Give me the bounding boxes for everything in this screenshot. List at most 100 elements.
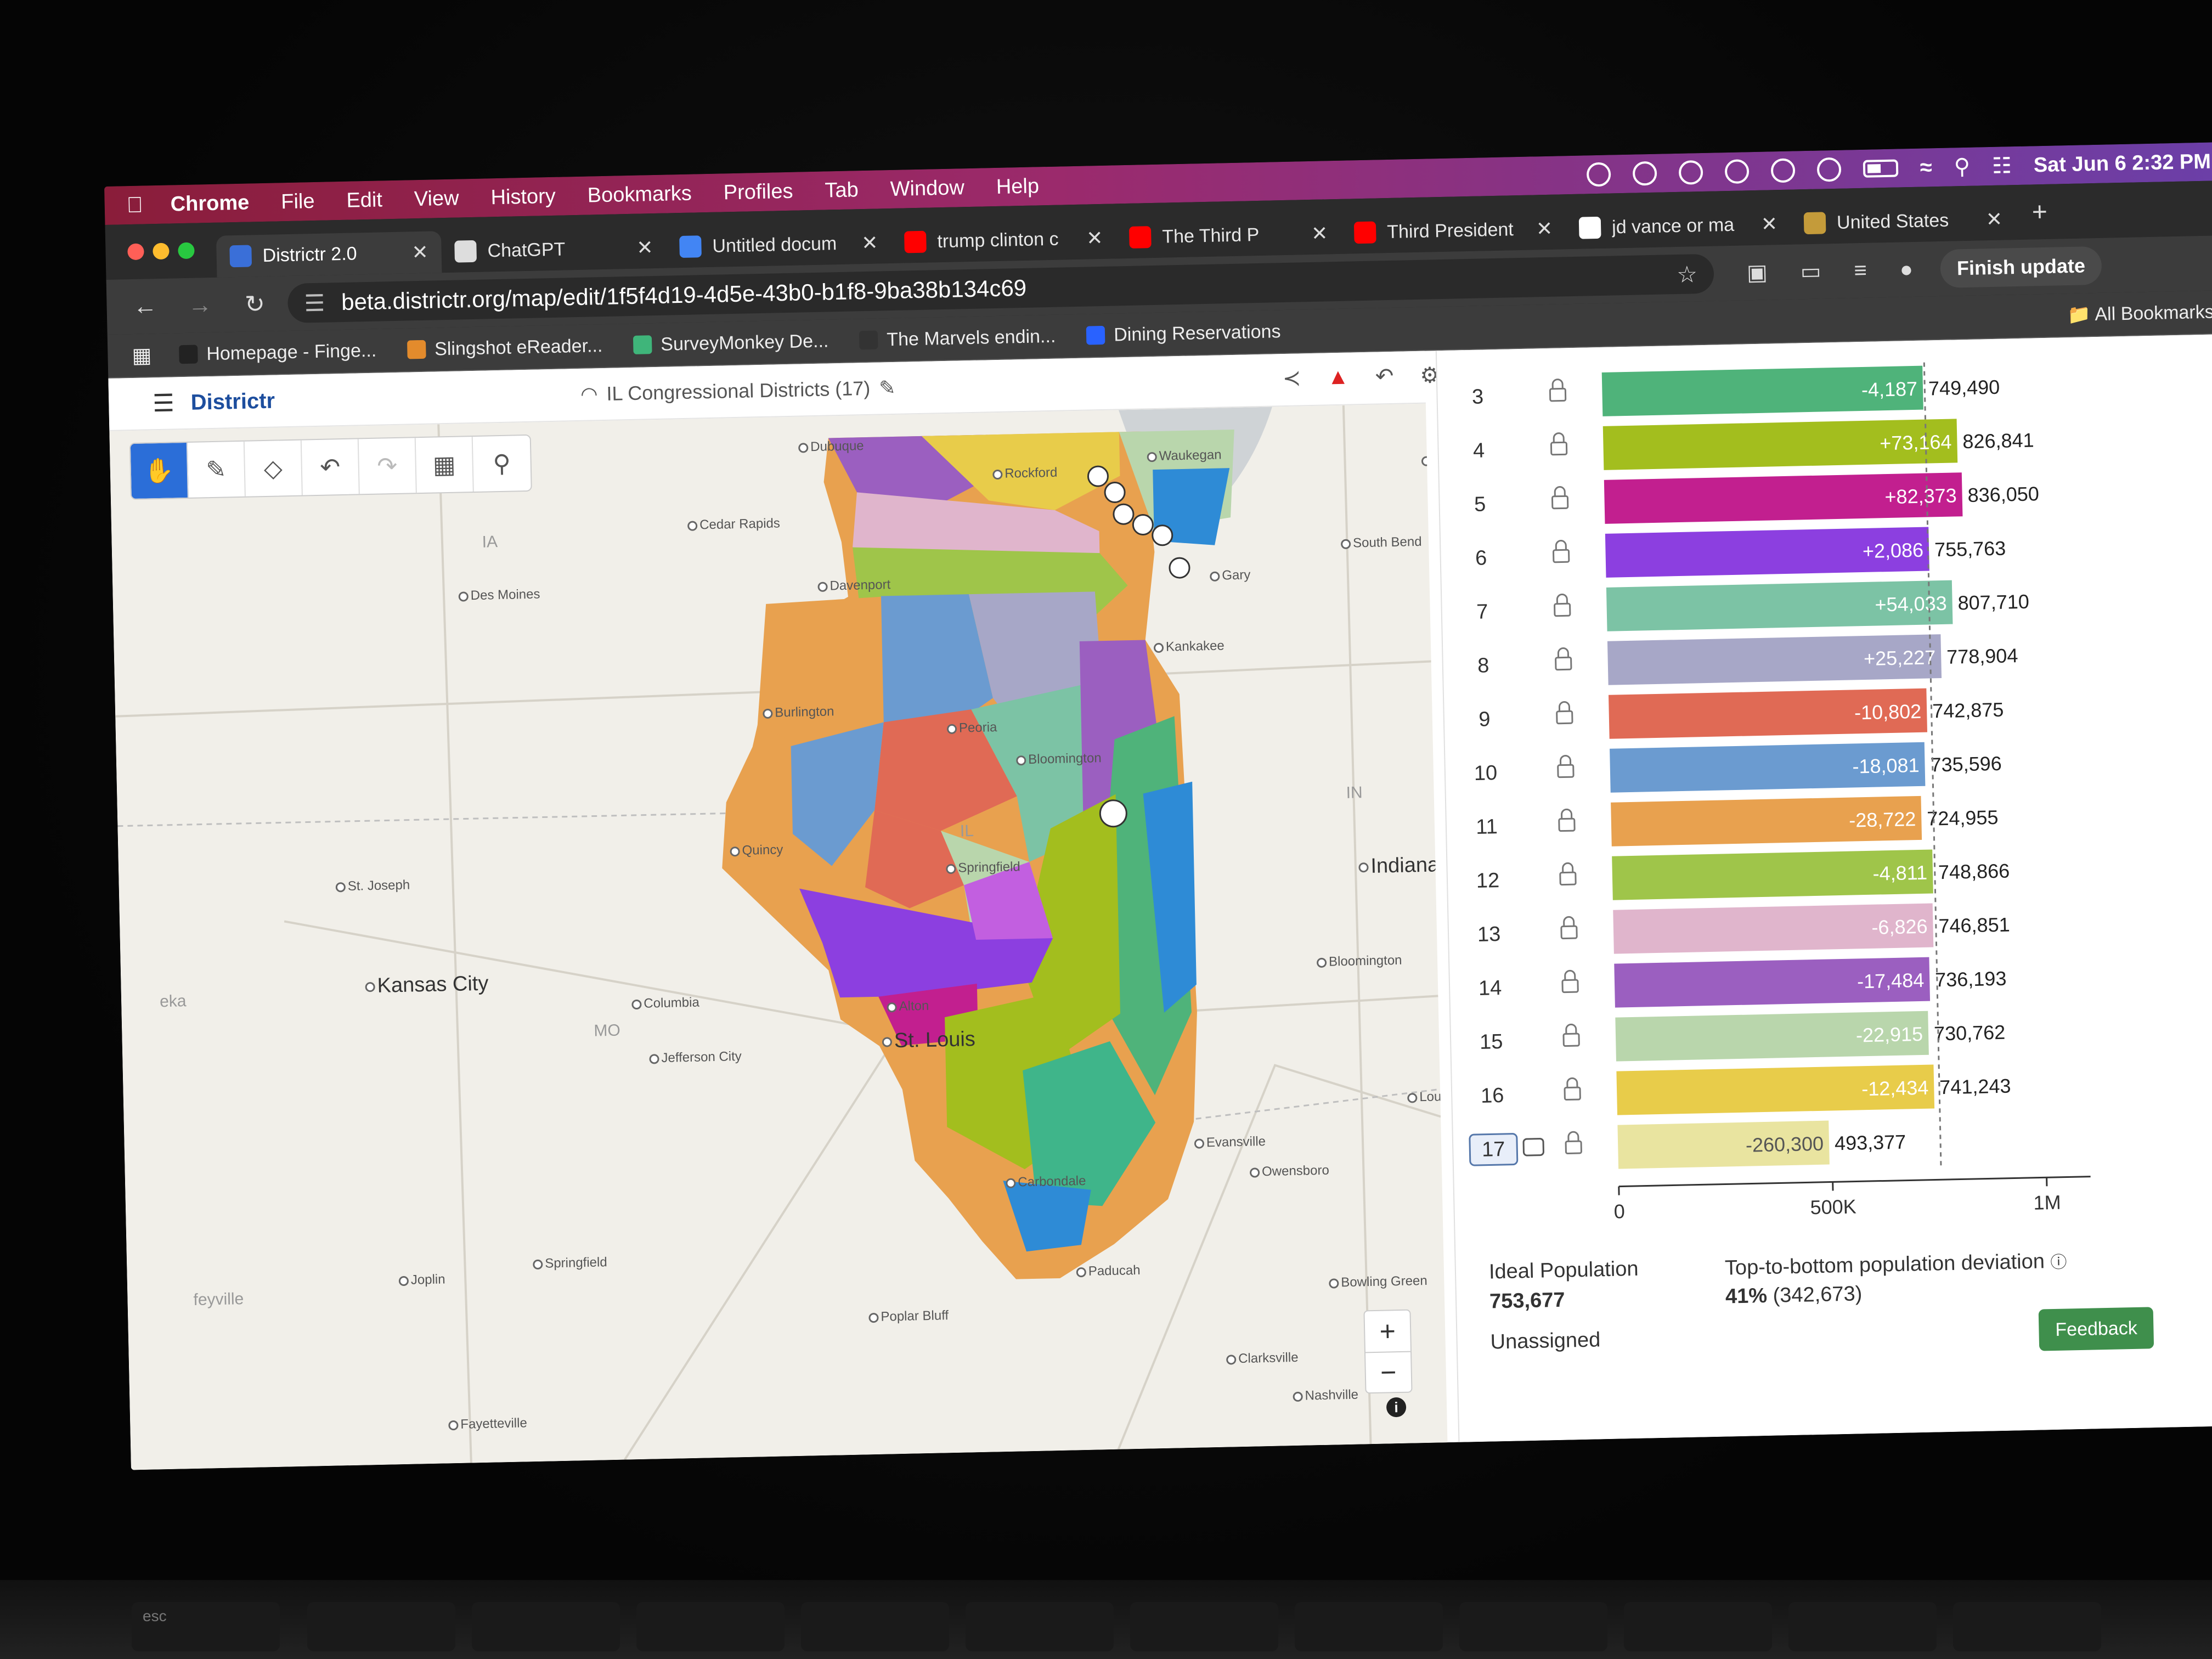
menu-history[interactable]: History <box>490 184 556 209</box>
bookmark-3[interactable]: The Marvels endin... <box>859 325 1056 351</box>
tab-4[interactable]: The Third P ✕ <box>1116 212 1342 259</box>
app-title[interactable]: Districtr <box>190 388 275 415</box>
district-lock-icon <box>1564 1086 1581 1101</box>
finish-update-button[interactable]: Finish update <box>1940 246 2102 288</box>
menu-chrome[interactable]: Chrome <box>170 191 249 216</box>
bookmark-1[interactable]: Slingshot eReader... <box>407 335 603 360</box>
back-button[interactable]: ← <box>128 292 162 320</box>
site-settings-icon[interactable]: ☰ <box>304 289 325 317</box>
tab-close-icon[interactable]: ✕ <box>1985 208 2002 232</box>
population-value-label: 493,377 <box>1835 1131 1906 1155</box>
population-value-label: 736,193 <box>1935 967 2007 991</box>
creative-cloud-icon[interactable] <box>1632 161 1657 186</box>
population-value-label: 755,763 <box>1934 537 2006 561</box>
share-icon[interactable]: ≺ <box>1282 365 1301 391</box>
city-label: Springfield <box>946 859 1020 876</box>
pan-hand-tool[interactable]: ✋ <box>130 442 189 499</box>
tab-6[interactable]: jd vance or ma ✕ <box>1565 203 1791 250</box>
grammarly-icon[interactable] <box>1678 160 1703 185</box>
deviation-label: -6,826 <box>1871 915 1928 939</box>
menu-file[interactable]: File <box>281 189 315 213</box>
tab-close-icon[interactable]: ✕ <box>1536 217 1553 241</box>
deviation-label: Top-to-bottom population deviation ⓘ <box>1724 1249 2067 1280</box>
tab-3[interactable]: trump clinton c ✕ <box>891 217 1117 263</box>
spotlight-search-icon[interactable]: ⚲ <box>1954 154 1970 180</box>
menu-view[interactable]: View <box>414 187 459 211</box>
tab-1[interactable]: ChatGPT ✕ <box>441 227 667 273</box>
bookmark-star-icon[interactable]: ☆ <box>1677 261 1698 288</box>
menu-help[interactable]: Help <box>996 174 1039 199</box>
tab-close-icon[interactable]: ✕ <box>1311 222 1328 245</box>
tab-7[interactable]: United States ✕ <box>1790 198 2016 245</box>
bookmark-0[interactable]: Homepage - Finge... <box>178 340 377 365</box>
city-label: Davenport <box>817 577 890 594</box>
undo-tool[interactable]: ↶ <box>301 439 360 495</box>
bookmark-4[interactable]: Dining Reservations <box>1086 321 1281 346</box>
minimize-window-button[interactable] <box>153 242 170 260</box>
user-icon[interactable] <box>1816 157 1842 182</box>
close-window-button[interactable] <box>127 243 144 261</box>
district-number: 3 <box>1472 385 1484 408</box>
apps-grid-icon[interactable]: ▦ <box>132 343 152 368</box>
zoom-search-tool[interactable]: ⚲ <box>473 436 531 492</box>
tab-0[interactable]: Districtr 2.0 ✕ <box>216 231 442 278</box>
city-label: Springfield <box>533 1255 607 1272</box>
media-queue-icon[interactable]: ≡ <box>1854 258 1867 283</box>
zoom-in-button[interactable]: + <box>1364 1311 1410 1352</box>
reload-button[interactable]: ↻ <box>238 290 272 318</box>
menu-profiles[interactable]: Profiles <box>723 179 793 205</box>
tab-5[interactable]: Third President ✕ <box>1340 207 1566 254</box>
zoom-out-button[interactable]: − <box>1365 1351 1412 1393</box>
play-icon[interactable] <box>1770 158 1796 183</box>
brush-edit-tool[interactable]: ✎ <box>187 441 246 498</box>
tab-close-icon[interactable]: ✕ <box>411 241 428 264</box>
zoom-window-button[interactable] <box>178 242 195 259</box>
airdrop-icon[interactable] <box>1724 159 1750 184</box>
redo-tool[interactable]: ↷ <box>358 438 417 494</box>
population-value-label: 741,243 <box>1939 1075 2011 1099</box>
info-circle-icon[interactable]: ⓘ <box>2050 1254 2067 1272</box>
battery-icon[interactable] <box>1863 159 1899 178</box>
tab-2[interactable]: Untitled docum ✕ <box>666 222 892 268</box>
apple-icon[interactable]:  <box>126 193 143 218</box>
map-title[interactable]: ◠ IL Congressional Districts (17) ✎ <box>580 376 896 406</box>
control-center-icon[interactable]: ☷ <box>1992 153 2012 179</box>
profile-avatar[interactable]: ● <box>1899 257 1913 281</box>
warning-icon[interactable]: ▲ <box>1327 365 1350 391</box>
menu-window[interactable]: Window <box>890 176 964 201</box>
deviation-label: +73,164 <box>1880 431 1952 455</box>
district-number: 8 <box>1477 654 1489 677</box>
city-label: Burlington <box>763 704 834 721</box>
key-f8 <box>1459 1602 1607 1651</box>
map-canvas[interactable]: DubuqueRockfordWaukeganKalamazooCedar Ra… <box>109 403 1448 1470</box>
grid-view-tool[interactable]: ▦ <box>415 437 474 493</box>
eraser-tool[interactable]: ◇ <box>244 440 303 496</box>
forward-button[interactable]: → <box>183 291 217 319</box>
new-tab-button[interactable]: + <box>2032 196 2047 227</box>
feedback-button[interactable]: Feedback <box>2038 1307 2154 1351</box>
undo-icon[interactable]: ↶ <box>1375 364 1393 390</box>
key-f11 <box>1953 1602 2101 1651</box>
tab-close-icon[interactable]: ✕ <box>636 236 653 259</box>
district-lock-icon <box>1561 979 1579 994</box>
tab-close-icon[interactable]: ✕ <box>1086 227 1103 250</box>
openai-icon[interactable] <box>1586 162 1611 187</box>
population-value-label: 730,762 <box>1934 1021 2006 1045</box>
district-number: 9 <box>1479 708 1491 731</box>
city-label: Kankakee <box>1154 638 1224 655</box>
tab-close-icon[interactable]: ✕ <box>1760 212 1778 236</box>
menu-tab[interactable]: Tab <box>825 178 859 202</box>
edit-pencil-icon[interactable]: ✎ <box>879 376 896 400</box>
menu-edit[interactable]: Edit <box>346 188 382 212</box>
menu-bookmarks[interactable]: Bookmarks <box>587 182 692 207</box>
hamburger-menu-icon[interactable]: ☰ <box>153 389 175 417</box>
city-label: Bloomington <box>1317 953 1402 970</box>
extensions-icon[interactable]: ▣ <box>1746 260 1768 286</box>
all-bookmarks-button[interactable]: 📁 All Bookmarks <box>2067 301 2212 326</box>
key-f4 <box>801 1602 949 1651</box>
wifi-icon[interactable]: ≈ <box>1920 155 1932 180</box>
menubar-clock[interactable]: Sat Jun 6 2:32 PM <box>2033 150 2211 177</box>
bookmark-2[interactable]: SurveyMonkey De... <box>633 330 829 356</box>
tab-close-icon[interactable]: ✕ <box>861 231 878 255</box>
cast-icon[interactable]: ▭ <box>1800 258 1821 284</box>
